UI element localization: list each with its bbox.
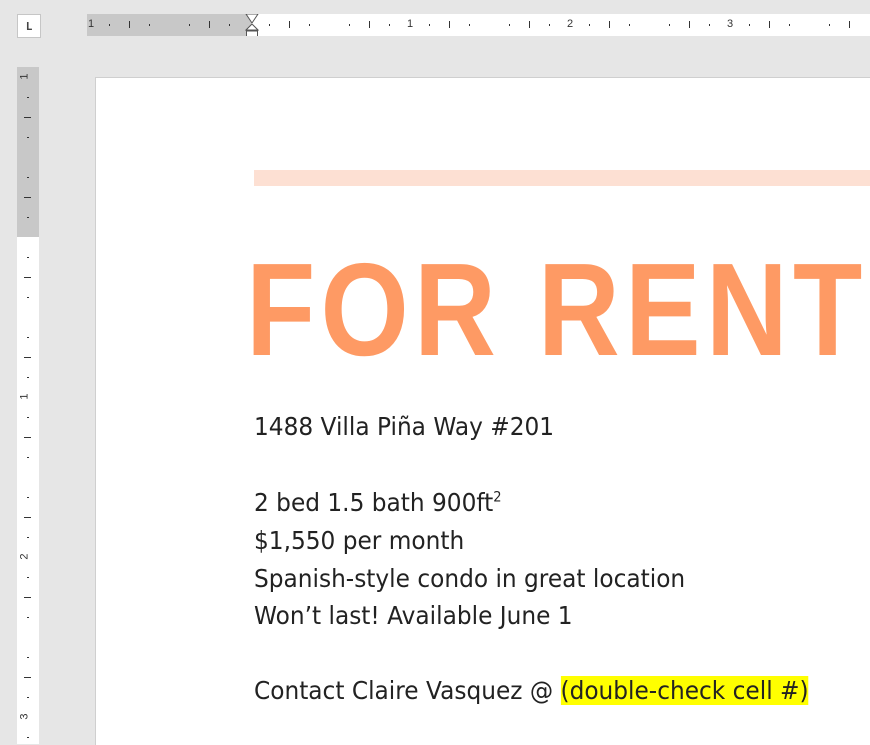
- ruler-number: 3: [727, 18, 734, 30]
- ruler-tick: [24, 277, 31, 278]
- ruler-tick: [109, 24, 110, 26]
- ruler-number: 1: [407, 18, 414, 30]
- availability-line[interactable]: Won’t last! Available June 1: [254, 601, 573, 630]
- ruler-tick: [27, 497, 29, 498]
- ruler-tick: [27, 377, 29, 378]
- ruler-number: 2: [567, 18, 574, 30]
- ruler-tick: [829, 24, 830, 26]
- details-line[interactable]: 2 bed 1.5 bath 900ft2: [254, 488, 502, 517]
- contact-text: Contact Claire Vasquez @: [254, 676, 561, 705]
- ruler-tick: [129, 21, 130, 28]
- tab-selector-button[interactable]: L: [17, 14, 41, 38]
- ruler-number: 1: [18, 73, 31, 80]
- ruler-tick: [269, 24, 270, 26]
- ruler-tick: [629, 24, 630, 26]
- ruler-tick: [27, 417, 29, 418]
- ruler-tick: [429, 24, 430, 26]
- ruler-tick: [27, 217, 29, 218]
- ruler-tick: [549, 24, 550, 26]
- description-line[interactable]: Spanish-style condo in great location: [254, 564, 685, 593]
- ruler-tick: [509, 24, 510, 26]
- ruler-tick: [27, 697, 29, 698]
- ruler-tick: [27, 177, 29, 178]
- ruler-tick: [789, 24, 790, 26]
- hanging-indent-marker[interactable]: [245, 24, 259, 36]
- price-line[interactable]: $1,550 per month: [254, 526, 464, 555]
- ruler-tick: [27, 617, 29, 618]
- ruler-tick: [149, 24, 150, 26]
- ruler-tick: [689, 21, 690, 28]
- ruler-tick: [24, 117, 31, 118]
- ruler-tick: [709, 24, 710, 26]
- ruler-tick: [27, 97, 29, 98]
- ruler-tick: [309, 24, 310, 26]
- ruler-tick: [27, 737, 29, 738]
- ruler-tick: [289, 21, 290, 28]
- horizontal-ruler[interactable]: 1 1 2 3: [87, 14, 870, 36]
- ruler-tick: [669, 24, 670, 26]
- ruler-tick: [27, 457, 29, 458]
- highlighted-note[interactable]: (double-check cell #): [560, 676, 809, 705]
- first-line-indent-marker[interactable]: [245, 14, 259, 24]
- accent-bar: [254, 170, 870, 186]
- vertical-ruler[interactable]: 1 1 2 3: [17, 67, 39, 744]
- ruler-tick: [449, 21, 450, 28]
- ruler-tick: [24, 677, 31, 678]
- ruler-tick: [27, 537, 29, 538]
- ruler-tick: [349, 24, 350, 26]
- ruler-tick: [209, 21, 210, 28]
- ruler-tick: [369, 21, 370, 28]
- ruler-tick: [229, 24, 230, 26]
- ruler-tick: [27, 657, 29, 658]
- ruler-tick: [849, 21, 850, 28]
- ruler-tick: [769, 21, 770, 28]
- ruler-left-margin: [87, 14, 252, 36]
- ruler-tick: [27, 337, 29, 338]
- details-text: 2 bed 1.5 bath 900ft: [254, 488, 494, 517]
- contact-line[interactable]: Contact Claire Vasquez @ (double-check c…: [254, 676, 809, 705]
- ruler-tick: [24, 597, 31, 598]
- ruler-tick: [27, 257, 29, 258]
- ruler-number: 3: [18, 713, 31, 720]
- ruler-number: 1: [88, 18, 95, 30]
- ruler-tick: [24, 197, 31, 198]
- ruler-tick: [27, 297, 29, 298]
- ruler-tick: [589, 24, 590, 26]
- ruler-tick: [27, 577, 29, 578]
- document-page[interactable]: FOR RENT 1488 Villa Piña Way #201 2 bed …: [95, 77, 870, 745]
- ruler-tick: [469, 24, 470, 26]
- document-title[interactable]: FOR RENT: [246, 244, 867, 376]
- address-line[interactable]: 1488 Villa Piña Way #201: [254, 412, 554, 441]
- ruler-tick: [27, 137, 29, 138]
- ruler-number: 2: [18, 553, 31, 560]
- ruler-tick: [389, 24, 390, 26]
- ruler-tick: [189, 24, 190, 26]
- ruler-tick: [24, 437, 31, 438]
- ruler-top-margin: [17, 67, 39, 237]
- ruler-tick: [24, 357, 31, 358]
- ruler-tick: [24, 517, 31, 518]
- ruler-tick: [529, 21, 530, 28]
- superscript-two: 2: [493, 489, 502, 506]
- ruler-tick: [609, 21, 610, 28]
- ruler-tick: [749, 24, 750, 26]
- ruler-number: 1: [18, 393, 31, 400]
